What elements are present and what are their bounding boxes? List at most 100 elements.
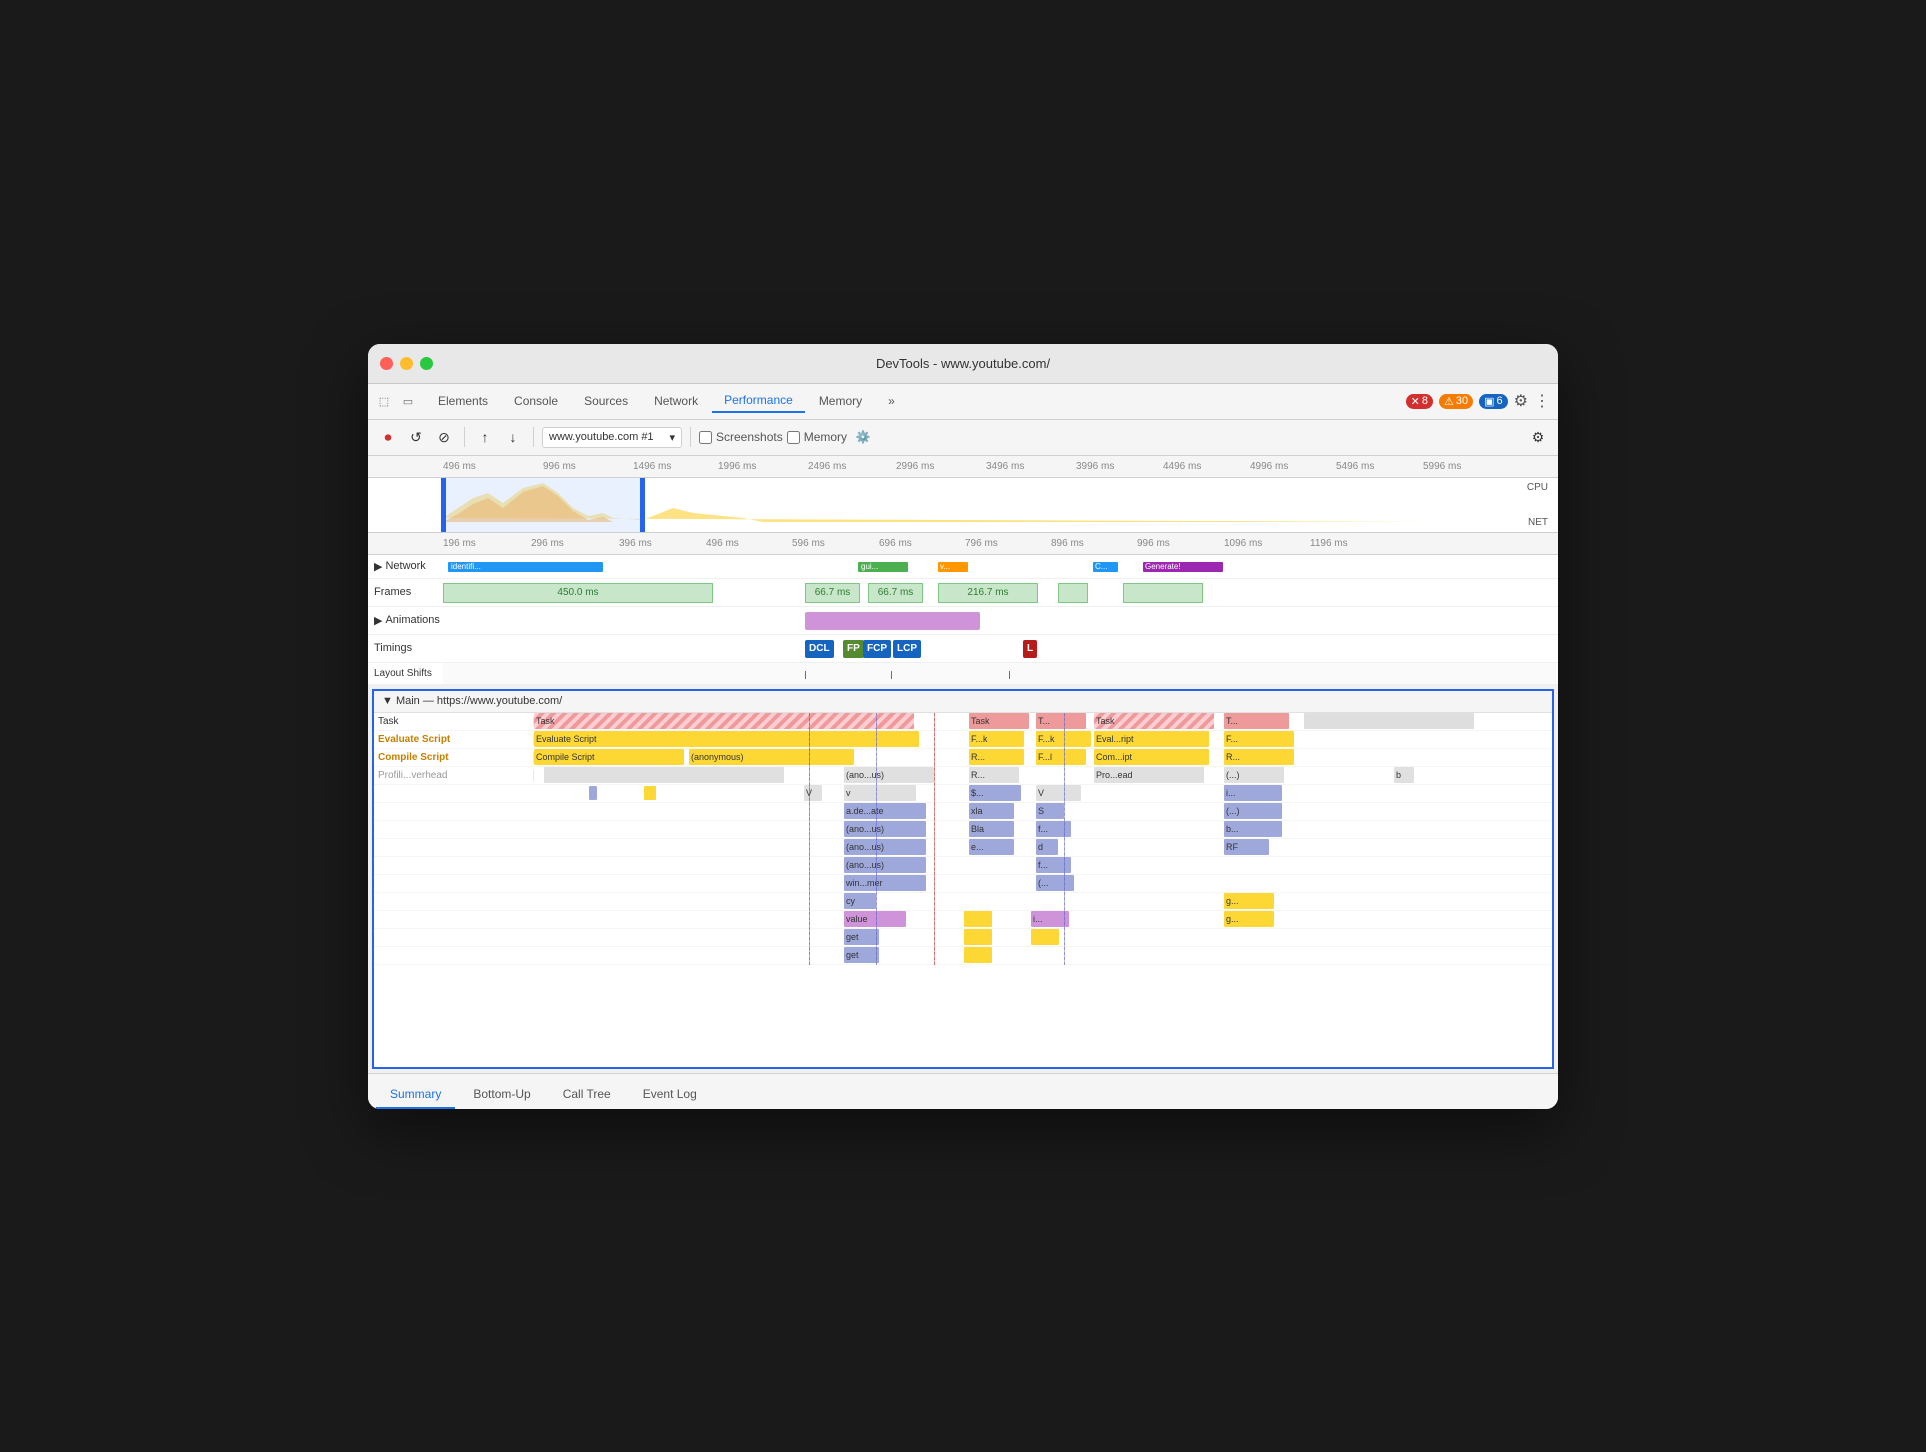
tab-performance[interactable]: Performance [712, 389, 805, 413]
tab-bottom-up[interactable]: Bottom-Up [459, 1081, 544, 1109]
badge-dcl: DCL [805, 640, 834, 658]
flame-content-4: V v $... V i... [534, 784, 1552, 802]
mark-4-2 [644, 786, 656, 800]
flame-bar-10-1: g... [1224, 893, 1274, 909]
flame-bar-8-1: f... [1036, 857, 1071, 873]
flame-bar-task-1: Task [969, 713, 1029, 729]
window-title: DevTools - www.youtube.com/ [876, 356, 1050, 371]
more-icon[interactable]: ⋮ [1534, 391, 1550, 411]
network-row: ▶ Network identifi... gui... v... C... G… [368, 555, 1558, 579]
settings-icon[interactable]: ⚙ [1514, 391, 1528, 411]
inspector-icon[interactable]: ⬚ [376, 393, 392, 409]
upload-button[interactable]: ↑ [473, 425, 497, 449]
tick-996: 996 ms [543, 461, 576, 472]
flame-bar-6-3: b... [1224, 821, 1282, 837]
flame-bar-eval-3: Eval...ript [1094, 731, 1209, 747]
flame-bar-4-0: V [804, 785, 822, 801]
close-button[interactable] [380, 357, 393, 370]
network-content: identifi... gui... v... C... Generate! [443, 555, 1558, 578]
minimize-button[interactable] [400, 357, 413, 370]
download-button[interactable]: ↓ [501, 425, 525, 449]
flame-label-compile: Compile Script [374, 752, 534, 763]
flame-content-8: (ano...us) f... [534, 856, 1552, 874]
clear-button[interactable]: ⊘ [432, 425, 456, 449]
frames-label: Frames [368, 586, 443, 598]
flame-row-11: value i... g... [374, 911, 1552, 929]
vline-1 [809, 713, 810, 965]
cpu-label: CPU [1527, 482, 1548, 493]
vline-3 [934, 713, 935, 965]
info-badge[interactable]: ▣ 6 [1479, 394, 1508, 409]
tab-bar: ⬚ ▭ Elements Console Sources Network Per… [368, 384, 1558, 420]
frame-66-2: 66.7 ms [868, 583, 923, 603]
tick-2496: 2496 ms [808, 461, 846, 472]
ms-tick-496: 496 ms [706, 538, 739, 549]
flame-bar-4-4: i... [1224, 785, 1282, 801]
frame-66-1: 66.7 ms [805, 583, 860, 603]
error-badge[interactable]: ✕ 8 [1406, 394, 1433, 409]
frame-216: 216.7 ms [938, 583, 1038, 603]
capture-settings-icon[interactable]: ⚙️ [851, 425, 875, 449]
timeline-overview-ruler: 496 ms 996 ms 1496 ms 1996 ms 2496 ms 29… [368, 456, 1558, 478]
network-expand-icon[interactable]: ▶ [374, 560, 382, 573]
ms-tick-696: 696 ms [879, 538, 912, 549]
frame-empty [1123, 583, 1203, 603]
flame-bar-6-2: f... [1036, 821, 1071, 837]
flame-bar-11-0: value [844, 911, 906, 927]
flame-bar-prof-5: b [1394, 767, 1414, 783]
timings-label: Timings [368, 642, 443, 654]
flame-row-8: (ano...us) f... [374, 857, 1552, 875]
ms-tick-196: 196 ms [443, 538, 476, 549]
screenshots-checkbox[interactable] [699, 431, 712, 444]
device-icon[interactable]: ▭ [400, 393, 416, 409]
net-bar-gui: gui... [858, 562, 908, 572]
toolbar-right-settings-icon[interactable]: ⚙ [1526, 425, 1550, 449]
tab-network[interactable]: Network [642, 390, 710, 412]
ms-tick-996: 996 ms [1137, 538, 1170, 549]
flame-bar-10-0: cy [844, 893, 876, 909]
tab-more[interactable]: » [876, 390, 907, 412]
memory-label: Memory [804, 430, 847, 444]
flame-content-evaluate: Evaluate Script F...k F...k Eval...ript … [534, 730, 1552, 748]
flame-bar-task-0: Task [534, 713, 914, 729]
animations-label: ▶ Animations [368, 614, 443, 627]
flame-content-6: (ano...us) Bla f... b... [534, 820, 1552, 838]
tab-sources[interactable]: Sources [572, 390, 640, 412]
flame-row-7: (ano...us) e... d RF [374, 839, 1552, 857]
screenshots-checkbox-group: Screenshots [699, 430, 783, 444]
error-icon: ✕ [1411, 395, 1420, 408]
warning-icon: ⚠ [1444, 395, 1454, 408]
tab-call-tree[interactable]: Call Tree [549, 1081, 625, 1109]
reload-button[interactable]: ↺ [404, 425, 428, 449]
tab-elements[interactable]: Elements [426, 390, 500, 412]
flame-content-10: cy g... [534, 892, 1552, 910]
tab-memory[interactable]: Memory [807, 390, 874, 412]
record-button[interactable]: ⏺ [376, 425, 400, 449]
net-label: NET [1528, 517, 1548, 528]
info-icon: ▣ [1484, 395, 1494, 408]
flame-bar-compile-0: Compile Script [534, 749, 684, 765]
flame-row-task: Task Task Task T... Task T... [374, 713, 1552, 731]
animations-content [443, 607, 1558, 634]
ls-mark-1 [805, 671, 806, 679]
flame-label-task: Task [374, 716, 534, 727]
warning-badge[interactable]: ⚠ 30 [1439, 394, 1473, 409]
tab-console[interactable]: Console [502, 390, 570, 412]
maximize-button[interactable] [420, 357, 433, 370]
tab-event-log[interactable]: Event Log [629, 1081, 711, 1109]
animations-row: ▶ Animations [368, 607, 1558, 635]
animations-expand-icon[interactable]: ▶ [374, 614, 382, 627]
network-label: ▶ Network [368, 560, 443, 573]
url-value: www.youtube.com #1 [549, 431, 654, 443]
flame-chart: Task Task Task T... Task T... Evaluate S… [374, 713, 1552, 965]
flame-bar-6-0: (ano...us) [844, 821, 926, 837]
url-selector[interactable]: www.youtube.com #1 ▾ [542, 427, 682, 448]
flame-bar-5-0: a.de...ate [844, 803, 926, 819]
tab-summary[interactable]: Summary [376, 1081, 455, 1109]
warning-count: 30 [1456, 395, 1468, 407]
memory-checkbox[interactable] [787, 431, 800, 444]
flame-bar-7-0: (ano...us) [844, 839, 926, 855]
tick-1996: 1996 ms [718, 461, 756, 472]
toolbar-separator-3 [690, 427, 691, 447]
main-panel: ▼ Main — https://www.youtube.com/ Task T… [372, 689, 1554, 1069]
